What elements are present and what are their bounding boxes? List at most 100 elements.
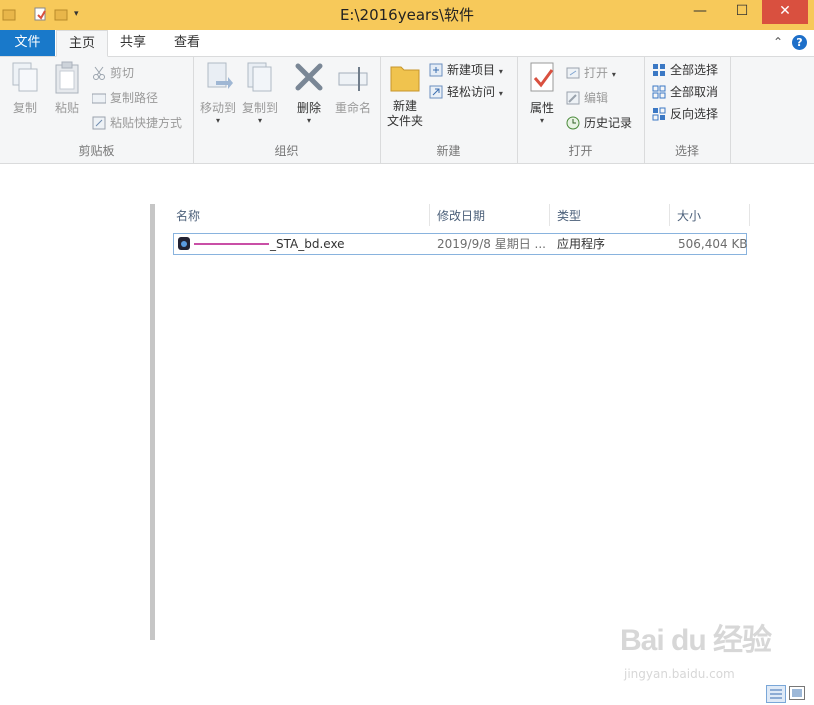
easy-access-dropdown-arrow: ▾	[498, 89, 503, 98]
properties-dropdown-arrow: ▾	[539, 116, 544, 125]
column-header-size[interactable]: 大小	[677, 206, 701, 226]
new-item-button[interactable]: 新建项目 ▾	[429, 60, 503, 80]
move-to-label: 移动到	[199, 101, 236, 115]
history-button[interactable]: 历史记录	[566, 113, 632, 133]
column-separator[interactable]	[669, 204, 670, 226]
close-button[interactable]: ✕	[762, 0, 808, 24]
edit-icon	[566, 91, 580, 105]
open-button[interactable]: 打开 ▾	[566, 63, 616, 83]
column-header-type[interactable]: 类型	[557, 206, 581, 226]
large-icons-view-icon[interactable]	[789, 686, 805, 700]
group-label-clipboard: 剪贴板	[78, 144, 115, 158]
paste-icon	[51, 61, 83, 95]
cut-label: 剪切	[110, 66, 135, 80]
group-label-new: 新建	[436, 144, 461, 158]
select-all-button[interactable]: 全部选择	[652, 60, 718, 80]
edit-button[interactable]: 编辑	[566, 88, 608, 108]
select-none-icon	[652, 85, 666, 99]
new-folder-button[interactable]: 新建 文件夹	[383, 61, 427, 129]
select-none-label: 全部取消	[670, 85, 719, 99]
application-icon	[178, 237, 190, 250]
move-to-button[interactable]: 移动到 ▾	[197, 61, 239, 125]
rename-button[interactable]: 重命名	[331, 61, 375, 116]
move-to-icon	[202, 61, 234, 95]
navigation-pane[interactable]	[0, 164, 152, 684]
file-size: 506,404 KB	[678, 237, 748, 251]
navigation-pane-scrollbar[interactable]	[150, 204, 155, 640]
paste-shortcut-button[interactable]: 粘贴快捷方式	[92, 113, 182, 133]
copy-path-label: 复制路径	[110, 91, 159, 105]
delete-button[interactable]: 删除 ▾	[289, 61, 329, 125]
copy-button[interactable]: 复制	[6, 61, 44, 116]
paste-shortcut-icon	[92, 116, 106, 130]
collapse-ribbon-icon[interactable]: ⌃	[770, 34, 786, 50]
select-none-button[interactable]: 全部取消	[652, 82, 718, 102]
redaction-mark	[194, 243, 269, 245]
group-label-organize: 组织	[274, 144, 299, 158]
delete-label: 删除	[296, 101, 321, 115]
open-label: 打开	[584, 66, 609, 80]
baidu-watermark: Bai du 经验 jingyan.baidu.com	[620, 615, 780, 690]
invert-selection-button[interactable]: 反向选择	[652, 104, 718, 124]
easy-access-icon	[429, 85, 443, 99]
easy-access-button[interactable]: 轻松访问 ▾	[429, 82, 503, 102]
group-label-select: 选择	[674, 144, 699, 158]
minimize-button[interactable]: —	[680, 0, 720, 24]
new-item-label: 新建项目	[447, 63, 496, 77]
new-folder-label-line2: 文件夹	[386, 114, 423, 128]
column-separator[interactable]	[749, 204, 750, 226]
easy-access-label: 轻松访问	[447, 85, 496, 99]
file-modified: 2019/9/8 星期日 ...	[437, 237, 546, 251]
select-all-icon	[652, 63, 666, 77]
tab-share[interactable]: 共享	[110, 30, 156, 56]
properties-button[interactable]: 属性 ▾	[523, 61, 561, 125]
open-dropdown-arrow: ▾	[611, 70, 616, 79]
file-list-pane[interactable]: 名称 修改日期 类型 大小 _STA_bd.exe 2019/9/8 星期日 .…	[160, 164, 814, 684]
column-separator[interactable]	[429, 204, 430, 226]
copy-to-label: 复制到	[241, 101, 278, 115]
select-all-label: 全部选择	[670, 63, 719, 77]
new-folder-icon	[389, 61, 421, 95]
column-separator[interactable]	[549, 204, 550, 226]
tab-view[interactable]: 查看	[162, 30, 212, 56]
column-header-modified[interactable]: 修改日期	[437, 206, 485, 226]
group-clipboard: 复制 粘贴 剪切 复制路径 粘贴快捷方式 剪贴板	[0, 57, 194, 163]
watermark-logo-text: Bai du 经验	[620, 624, 772, 657]
new-item-icon	[429, 63, 443, 77]
invert-selection-label: 反向选择	[670, 107, 719, 121]
copy-to-icon	[244, 61, 276, 95]
file-name: _STA_bd.exe	[270, 237, 345, 251]
tab-home[interactable]: 主页	[56, 30, 108, 57]
history-clock-icon	[566, 116, 580, 130]
copy-to-dropdown-arrow: ▾	[257, 116, 262, 125]
copy-icon	[9, 61, 41, 95]
ribbon-tab-bar: 文件 主页 共享 查看 ⌃ ?	[0, 30, 814, 57]
open-icon	[566, 66, 580, 80]
properties-icon	[526, 61, 558, 95]
copy-to-button[interactable]: 复制到 ▾	[239, 61, 281, 125]
rename-label: 重命名	[334, 101, 371, 115]
copy-path-icon	[91, 91, 107, 105]
edit-label: 编辑	[584, 91, 609, 105]
title-bar: ▾ E:\2016years\软件 — ☐ ✕	[0, 0, 814, 30]
new-folder-label-line1: 新建	[392, 99, 417, 113]
group-select: 全部选择 全部取消 反向选择 选择	[644, 57, 731, 163]
tab-file[interactable]: 文件	[0, 30, 55, 56]
file-row[interactable]: _STA_bd.exe 2019/9/8 星期日 ... 应用程序 506,40…	[173, 233, 748, 255]
rename-icon	[337, 61, 369, 95]
delete-x-icon	[293, 61, 325, 95]
cut-button[interactable]: 剪切	[92, 63, 134, 83]
paste-label: 粘贴	[54, 101, 79, 115]
column-header-name[interactable]: 名称	[176, 206, 200, 226]
maximize-button[interactable]: ☐	[722, 0, 762, 24]
history-label: 历史记录	[584, 116, 633, 130]
scissors-icon	[92, 66, 106, 80]
group-open: 属性 ▾ 打开 ▾ 编辑 历史记录 打开	[517, 57, 645, 163]
help-icon[interactable]: ?	[792, 35, 807, 50]
group-new: 新建 文件夹 新建项目 ▾ 轻松访问 ▾ 新建	[380, 57, 518, 163]
new-item-dropdown-arrow: ▾	[498, 67, 503, 76]
delete-dropdown-arrow: ▾	[306, 116, 311, 125]
paste-button[interactable]: 粘贴	[48, 61, 86, 116]
copy-path-button[interactable]: 复制路径	[91, 88, 159, 108]
paste-shortcut-label: 粘贴快捷方式	[110, 116, 183, 130]
